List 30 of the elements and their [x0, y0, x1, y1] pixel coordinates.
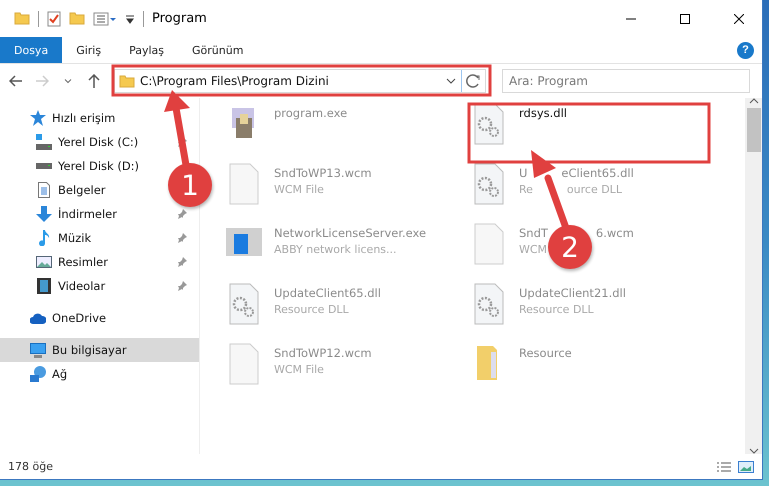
address-bar[interactable]: C:\Program Files\Program Dizini: [114, 69, 486, 93]
help-button[interactable]: ?: [737, 42, 754, 58]
search-field[interactable]: Ara: Program: [502, 69, 750, 93]
file-type: WCM: [519, 243, 548, 256]
file-name[interactable]: rdsys.dll: [519, 102, 567, 120]
nav-item[interactable]: Belgeler: [0, 178, 164, 202]
item-count: 178 öğe: [8, 460, 54, 473]
ribbon-tab[interactable]: Dosya: [0, 37, 62, 63]
nav-item[interactable]: Hızlı erişim: [0, 106, 164, 130]
nav-item[interactable]: Resimler: [0, 250, 164, 274]
nav-item[interactable]: Ağ: [0, 362, 164, 386]
file-type: ource DLL: [566, 183, 622, 196]
window-title: Program: [152, 11, 208, 26]
nav-item[interactable]: OneDrive: [0, 306, 164, 330]
ribbon-tab[interactable]: Paylaş: [115, 37, 178, 63]
file-type: Resource DLL: [519, 303, 594, 316]
file-type: Resource DLL: [274, 303, 349, 316]
file-type: Re: [519, 183, 533, 196]
nav-item[interactable]: Yerel Disk (C:): [0, 130, 164, 154]
nav-item[interactable]: İndirmeler: [0, 202, 164, 226]
nav-item[interactable]: Bu bilgisayar: [0, 338, 199, 362]
nav-item[interactable]: Müzik: [0, 226, 164, 250]
ribbon-tab[interactable]: Giriş: [62, 37, 116, 63]
file-type: WCM File: [274, 363, 324, 376]
nav-item[interactable]: Videolar: [0, 274, 164, 298]
address-path: C:\Program Files\Program Dizini: [140, 74, 330, 88]
ribbon-tab[interactable]: Görünüm: [178, 37, 258, 63]
file-type: ABBY network licens...: [274, 243, 397, 256]
nav-item[interactable]: Yerel Disk (D:): [0, 154, 164, 178]
file-type: WCM File: [274, 183, 324, 196]
